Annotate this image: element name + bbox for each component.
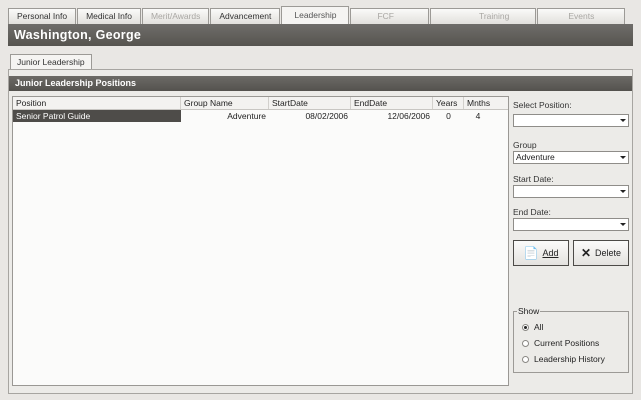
list-header: Position Group Name StartDate EndDate Ye… bbox=[13, 97, 508, 110]
tab-merit-awards[interactable]: Merit/Awards bbox=[141, 8, 210, 24]
chevron-down-icon[interactable] bbox=[620, 119, 626, 122]
chevron-down-icon[interactable] bbox=[620, 223, 626, 226]
leadership-panel: Junior Leadership Positions Position Gro… bbox=[8, 69, 633, 394]
tab-strip-spacer bbox=[626, 9, 641, 24]
cell-position: Senior Patrol Guide bbox=[13, 110, 181, 122]
select-position-label: Select Position: bbox=[513, 100, 572, 110]
radio-current-positions[interactable]: Current Positions bbox=[522, 338, 599, 349]
cell-start-date: 08/02/2006 bbox=[305, 111, 348, 121]
radio-button-selected[interactable] bbox=[522, 324, 529, 331]
group-value: Adventure bbox=[516, 152, 555, 162]
cell-years: 0 bbox=[446, 111, 451, 121]
start-date-picker[interactable] bbox=[513, 185, 629, 198]
add-button[interactable]: 📄 Add bbox=[513, 240, 569, 266]
end-date-picker[interactable] bbox=[513, 218, 629, 231]
delete-button[interactable]: ✕ Delete bbox=[573, 240, 629, 266]
column-header-end-date[interactable]: EndDate bbox=[351, 97, 433, 109]
end-date-label: End Date: bbox=[513, 207, 551, 217]
cell-months: 4 bbox=[475, 111, 481, 121]
tab-events[interactable]: Events bbox=[537, 8, 626, 24]
show-filter-title: Show bbox=[517, 306, 541, 316]
cell-end-date: 12/06/2006 bbox=[387, 111, 430, 121]
member-name-header: Washington, George bbox=[8, 24, 633, 46]
column-header-years[interactable]: Years bbox=[433, 97, 464, 109]
tab-leadership[interactable]: Leadership bbox=[281, 6, 350, 24]
column-header-months[interactable]: Mnths bbox=[464, 97, 492, 109]
chevron-down-icon[interactable] bbox=[620, 190, 626, 193]
add-button-label: Add bbox=[542, 248, 559, 258]
tab-medical-info[interactable]: Medical Info bbox=[77, 8, 141, 24]
delete-button-label: Delete bbox=[595, 248, 622, 258]
positions-list[interactable]: Position Group Name StartDate EndDate Ye… bbox=[12, 96, 509, 386]
tab-junior-leadership[interactable]: Junior Leadership bbox=[10, 54, 92, 70]
cell-group-name: Adventure bbox=[227, 111, 266, 121]
add-document-icon: 📄 bbox=[523, 246, 539, 260]
radio-leadership-history[interactable]: Leadership History bbox=[522, 354, 605, 365]
radio-all-label: All bbox=[534, 322, 544, 332]
delete-x-icon: ✕ bbox=[580, 246, 592, 260]
section-title: Junior Leadership Positions bbox=[9, 76, 632, 91]
tab-training[interactable]: Training bbox=[429, 8, 537, 24]
show-filter-group: Show All Current Positions Leadership Hi… bbox=[513, 306, 629, 373]
radio-all[interactable]: All bbox=[522, 322, 543, 333]
radio-button[interactable] bbox=[522, 356, 529, 363]
column-header-position[interactable]: Position bbox=[13, 97, 181, 109]
radio-button[interactable] bbox=[522, 340, 529, 347]
start-date-label: Start Date: bbox=[513, 174, 554, 184]
tab-personal-info[interactable]: Personal Info bbox=[8, 8, 77, 24]
group-dropdown[interactable]: Adventure bbox=[513, 151, 629, 164]
group-label: Group bbox=[513, 140, 537, 150]
column-header-start-date[interactable]: StartDate bbox=[269, 97, 351, 109]
radio-leadership-history-label: Leadership History bbox=[534, 354, 605, 364]
select-position-dropdown[interactable] bbox=[513, 114, 629, 127]
main-tab-strip: Personal Info Medical Info Merit/Awards … bbox=[8, 6, 633, 24]
radio-current-positions-label: Current Positions bbox=[534, 338, 600, 348]
table-row[interactable]: Senior Patrol Guide Adventure 08/02/2006… bbox=[13, 110, 508, 122]
tab-fcf[interactable]: FCF bbox=[350, 8, 429, 24]
chevron-down-icon[interactable] bbox=[620, 156, 626, 159]
tab-advancement[interactable]: Advancement bbox=[210, 8, 281, 24]
column-header-group-name[interactable]: Group Name bbox=[181, 97, 269, 109]
